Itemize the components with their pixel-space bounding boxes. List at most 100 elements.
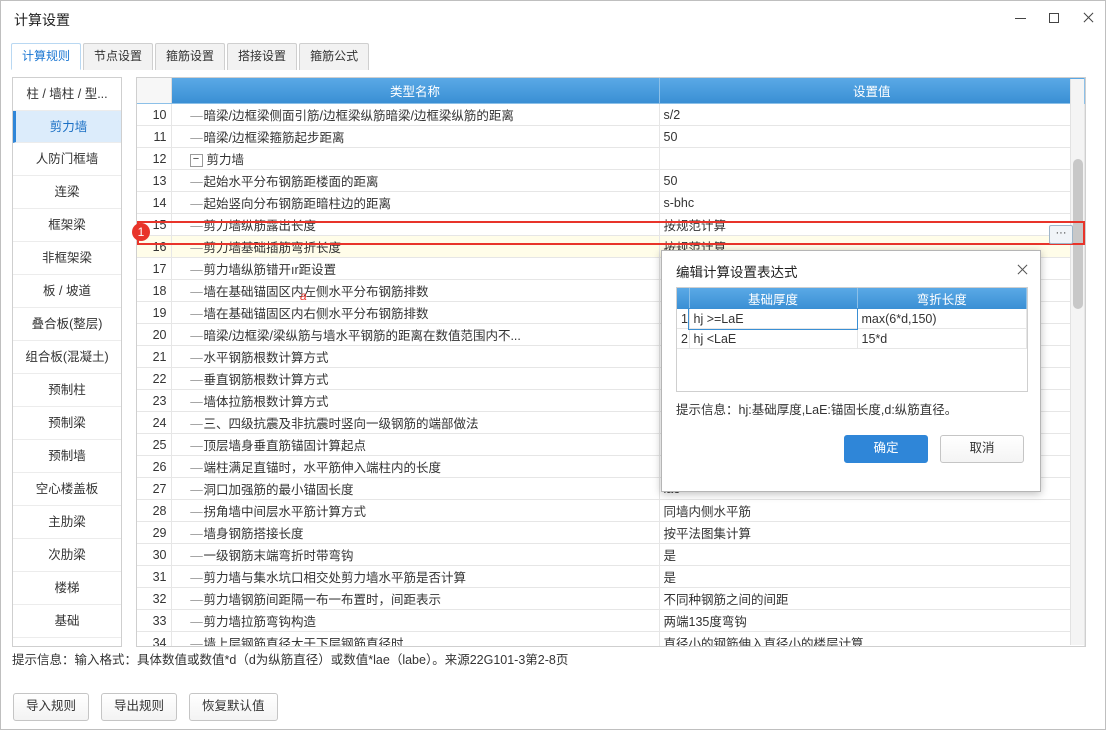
- row-name-text: 墙身钢筋搭接长度: [203, 527, 304, 541]
- row-index: 23: [137, 389, 172, 412]
- sidebar-item-13[interactable]: 主肋梁: [13, 506, 121, 539]
- row-value[interactable]: 是: [659, 565, 1085, 588]
- row-name-text: 顶层墙身垂直筋锚固计算起点: [203, 439, 367, 453]
- sidebar-item-6[interactable]: 板 / 坡道: [13, 275, 121, 308]
- row-value[interactable]: 是: [659, 543, 1085, 566]
- table-row[interactable]: 33 —剪力墙拉筋弯钩构造 两端135度弯钩: [137, 609, 1085, 632]
- row-name-text: 剪力墙基础插筋弯折长度: [203, 241, 342, 255]
- table-row-group[interactable]: 12 − 剪力墙: [137, 147, 1085, 170]
- dialog-cancel-button[interactable]: 取消: [940, 435, 1024, 463]
- table-row[interactable]: 31 —剪力墙与集水坑口相交处剪力墙水平筋是否计算 是: [137, 565, 1085, 588]
- row-value[interactable]: s-bhc: [659, 191, 1085, 214]
- sidebar-item-3[interactable]: 连梁: [13, 176, 121, 209]
- row-index: 27: [137, 477, 172, 500]
- table-row[interactable]: 13 —起始水平分布钢筋距楼面的距离 50: [137, 169, 1085, 192]
- tab-stirrup-settings[interactable]: 箍筋设置: [155, 43, 226, 70]
- table-row[interactable]: 34 —墙上层钢筋直径大于下层钢筋直径时 直径小的钢筋伸入直径小的楼层计算: [137, 631, 1085, 646]
- import-rules-button[interactable]: 导入规则: [13, 693, 90, 721]
- sidebar-item-2[interactable]: 人防门框墙: [13, 143, 121, 176]
- table-row[interactable]: 10 —暗梁/边框梁侧面引筋/边框梁纵筋暗梁/边框梁纵筋的距离 s/2: [137, 103, 1085, 126]
- table-row[interactable]: 32 —剪力墙钢筋间距隔一布一布置时，间距表示 不同种钢筋之间的间距: [137, 587, 1085, 610]
- sidebar-item-11[interactable]: 预制墙: [13, 440, 121, 473]
- sidebar-item-10[interactable]: 预制梁: [13, 407, 121, 440]
- dialog-column-header-thickness: 基础厚度: [689, 288, 858, 309]
- tab-node-settings[interactable]: 节点设置: [83, 43, 154, 70]
- row-name-text: 垂直钢筋根数计算方式: [203, 373, 329, 387]
- dialog-title: 编辑计算设置表达式: [676, 265, 798, 280]
- table-row[interactable]: 14 —起始竖向分布钢筋距暗柱边的距离 s-bhc: [137, 191, 1085, 214]
- row-name: —墙在基础锚固区内左侧水平分布钢筋排数: [171, 279, 660, 302]
- row-index: 21: [137, 345, 172, 368]
- sidebar-item-0[interactable]: 柱 / 墙柱 / 型...: [13, 78, 121, 111]
- dialog-cell-bendlength[interactable]: max(6*d,150): [857, 309, 1027, 329]
- table-row[interactable]: 15 —剪力墙纵筋露出长度 按规范计算: [137, 213, 1085, 236]
- restore-defaults-button[interactable]: 恢复默认值: [189, 693, 278, 721]
- row-name-text: 墙体拉筋根数计算方式: [203, 395, 329, 409]
- row-value[interactable]: 直径小的钢筋伸入直径小的楼层计算: [659, 631, 1085, 646]
- sidebar-item-16[interactable]: 基础: [13, 605, 121, 638]
- table-row[interactable]: 11 —暗梁/边框梁箍筋起步距离 50: [137, 125, 1085, 148]
- table-scrollbar[interactable]: [1070, 79, 1084, 645]
- sidebar-item-4[interactable]: 框架梁: [13, 209, 121, 242]
- collapse-icon[interactable]: −: [189, 154, 203, 168]
- row-name-text: 拐角墙中间层水平筋计算方式: [203, 505, 367, 519]
- row-index: 13: [137, 169, 172, 192]
- sidebar-item-9[interactable]: 预制柱: [13, 374, 121, 407]
- sidebar-item-17[interactable]: 基础主梁 / 承...: [13, 638, 121, 646]
- sidebar-item-8[interactable]: 组合板(混凝土): [13, 341, 121, 374]
- sidebar-item-15[interactable]: 楼梯: [13, 572, 121, 605]
- row-name-text: 暗梁/边框梁箍筋起步距离: [203, 131, 345, 145]
- row-name: —剪力墙基础插筋弯折长度: [171, 235, 660, 258]
- row-value[interactable]: 按平法图集计算: [659, 521, 1085, 544]
- dialog-close-button[interactable]: [1012, 259, 1032, 279]
- row-index: 14: [137, 191, 172, 214]
- row-name: —拐角墙中间层水平筋计算方式: [171, 499, 660, 522]
- tab-calc-rules[interactable]: 计算规则: [11, 43, 82, 70]
- tab-lap-settings[interactable]: 搭接设置: [227, 43, 298, 70]
- tab-stirrup-formula[interactable]: 箍筋公式: [299, 43, 370, 70]
- maximize-button[interactable]: [1037, 1, 1071, 35]
- dialog-cell-thickness[interactable]: hj >=LaE: [688, 308, 858, 330]
- dialog-ok-button[interactable]: 确定: [844, 435, 928, 463]
- row-value[interactable]: 同墙内侧水平筋: [659, 499, 1085, 522]
- row-value[interactable]: 50: [659, 125, 1085, 148]
- minimize-button[interactable]: [1003, 1, 1037, 35]
- expression-editor-button[interactable]: ···: [1049, 225, 1073, 244]
- row-index: 22: [137, 367, 172, 390]
- dialog-cell-bendlength[interactable]: 15*d: [857, 328, 1027, 349]
- export-rules-button[interactable]: 导出规则: [101, 693, 178, 721]
- row-index: 17: [137, 257, 172, 280]
- table-scrollbar-thumb[interactable]: [1073, 159, 1083, 309]
- row-name: —剪力墙纵筋露出长度: [171, 213, 660, 236]
- row-name: —顶层墙身垂直筋锚固计算起点: [171, 433, 660, 456]
- sidebar-item-5[interactable]: 非框架梁: [13, 242, 121, 275]
- row-index: 10: [137, 103, 172, 126]
- sidebar-item-14[interactable]: 次肋梁: [13, 539, 121, 572]
- sidebar-item-1[interactable]: 剪力墙: [13, 111, 121, 143]
- row-name: —剪力墙钢筋间距隔一布一布置时，间距表示: [171, 587, 660, 610]
- category-sidebar[interactable]: 柱 / 墙柱 / 型... 剪力墙 人防门框墙 连梁 框架梁 非框架梁 板 / …: [12, 77, 122, 647]
- row-value[interactable]: 不同种钢筋之间的间距: [659, 587, 1085, 610]
- table-row[interactable]: 29 —墙身钢筋搭接长度 按平法图集计算: [137, 521, 1085, 544]
- table-row[interactable]: 28 —拐角墙中间层水平筋计算方式 同墙内侧水平筋: [137, 499, 1085, 522]
- sidebar-item-7[interactable]: 叠合板(整层): [13, 308, 121, 341]
- dialog-cell-thickness[interactable]: hj <LaE: [689, 328, 858, 349]
- dialog-column-header-index: [677, 288, 690, 309]
- row-value[interactable]: 按规范计算: [659, 213, 1085, 236]
- row-name: —端柱满足直锚时，水平筋伸入端柱内的长度: [171, 455, 660, 478]
- close-button[interactable]: [1071, 1, 1105, 35]
- column-header-name: 类型名称: [171, 78, 660, 104]
- row-value[interactable]: 两端135度弯钩: [659, 609, 1085, 632]
- dialog-table-row[interactable]: 1 hj >=LaE max(6*d,150): [677, 308, 1027, 330]
- dialog-table-row[interactable]: 2 hj <LaE 15*d: [677, 328, 1027, 349]
- close-icon: [1082, 12, 1094, 24]
- sidebar-item-12[interactable]: 空心楼盖板: [13, 473, 121, 506]
- row-name: —暗梁/边框梁箍筋起步距离: [171, 125, 660, 148]
- row-index: 28: [137, 499, 172, 522]
- expression-grid[interactable]: 基础厚度 弯折长度 1 hj >=LaE max(6*d,150) 2 hj <…: [676, 287, 1028, 392]
- row-value[interactable]: 50: [659, 169, 1085, 192]
- tab-bar: 计算规则 节点设置 箍筋设置 搭接设置 箍筋公式: [11, 43, 370, 70]
- table-row[interactable]: 30 —一级钢筋末端弯折时带弯钩 是: [137, 543, 1085, 566]
- row-value[interactable]: s/2: [659, 103, 1085, 126]
- row-value: [659, 147, 1085, 170]
